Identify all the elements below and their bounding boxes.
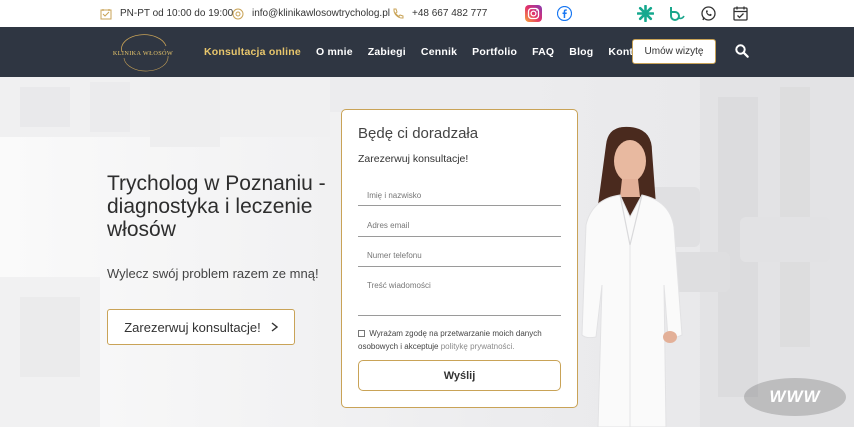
book-appointment-button[interactable]: Umów wizytę	[632, 39, 716, 64]
calendar-check-icon[interactable]	[732, 5, 749, 22]
znanylekarz-icon[interactable]	[637, 5, 654, 22]
hero-booking-button[interactable]: Zarezerwuj konsultacje!	[107, 309, 295, 345]
nav-item-faq[interactable]: FAQ	[532, 46, 554, 58]
search-icon[interactable]	[734, 43, 750, 59]
whatsapp-icon[interactable]	[700, 5, 717, 22]
nav-menu: Konsultacja online O mnie Zabiegi Cennik…	[204, 27, 649, 77]
hero-title: Trycholog w Poznaniu - diagnostyka i lec…	[107, 172, 326, 241]
email-link[interactable]: info@klinikawlosowtrycholog.pl	[232, 0, 390, 27]
email-field[interactable]: Adres email	[358, 221, 561, 237]
consent-checkbox[interactable]	[358, 330, 365, 337]
message-placeholder: Treść wiadomości	[367, 281, 431, 290]
opening-hours: PN-PT od 10:00 do 19:00	[100, 0, 233, 27]
hours-text: PN-PT od 10:00 do 19:00	[120, 8, 234, 19]
booksy-icon[interactable]	[668, 5, 685, 22]
nav-item-cennik[interactable]: Cennik	[421, 46, 457, 58]
message-field[interactable]: Treść wiadomości	[358, 281, 561, 316]
hero-subtitle: Wylecz swój problem razem ze mną!	[107, 266, 319, 281]
top-bar: PN-PT od 10:00 do 19:00 info@klinikawlos…	[0, 0, 854, 27]
name-field[interactable]: Imię i nazwisko	[358, 191, 561, 206]
doctor-photo	[581, 126, 683, 427]
email-text[interactable]: info@klinikawlosowtrycholog.pl	[252, 8, 390, 19]
phone-text[interactable]: +48 667 482 777	[412, 8, 487, 19]
nav-item-zabiegi[interactable]: Zabiegi	[368, 46, 406, 58]
consultation-form: Będę ci doradzała Zarezerwuj konsultacje…	[341, 109, 578, 408]
phone-link[interactable]: +48 667 482 777	[392, 0, 487, 27]
facebook-icon[interactable]	[557, 6, 572, 21]
clinic-logo[interactable]: KLINIKA WŁOSÓW	[108, 34, 178, 72]
svg-text:KLINIKA WŁOSÓW: KLINIKA WŁOSÓW	[113, 49, 173, 57]
submit-button[interactable]: Wyślij	[358, 360, 561, 391]
form-title: Będę ci doradzała	[358, 125, 479, 142]
form-subtitle: Zarezerwuj konsultacje!	[358, 153, 469, 165]
instagram-icon[interactable]	[525, 5, 542, 22]
caret-right-icon	[271, 322, 278, 332]
nav-item-blog[interactable]: Blog	[569, 46, 593, 58]
www-badge[interactable]: WWW	[744, 378, 846, 416]
nav-item-konsultacja-online[interactable]: Konsultacja online	[204, 46, 301, 58]
consent-row: Wyrażam zgodę na przetwarzanie moich dan…	[358, 327, 563, 353]
at-icon	[232, 8, 244, 19]
nav-item-o-mnie[interactable]: O mnie	[316, 46, 353, 58]
calendar-icon	[100, 8, 112, 19]
hero-booking-label: Zarezerwuj konsultacje!	[124, 319, 261, 335]
phone-icon	[393, 8, 404, 19]
privacy-policy-link[interactable]: politykę prywatności.	[441, 342, 515, 351]
phone-field[interactable]: Numer telefonu	[358, 251, 561, 267]
nav-item-portfolio[interactable]: Portfolio	[472, 46, 517, 58]
